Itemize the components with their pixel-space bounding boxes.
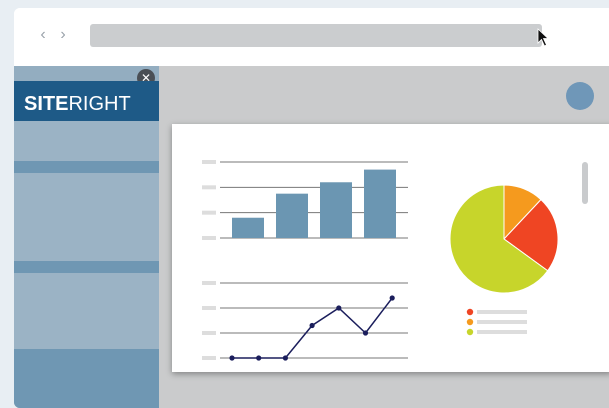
data-point <box>362 330 369 336</box>
y-tick-placeholder <box>202 236 216 240</box>
scrollbar[interactable] <box>582 162 588 204</box>
bar <box>364 169 396 238</box>
y-tick-placeholder <box>202 356 216 360</box>
logo-light: RIGHT <box>68 93 131 115</box>
data-point <box>282 355 288 361</box>
legend-swatch <box>466 318 474 326</box>
bar <box>276 193 308 238</box>
address-bar[interactable] <box>90 24 542 47</box>
sidebar-item-2[interactable] <box>14 173 159 261</box>
bar <box>320 182 352 238</box>
logo-bold: SITE <box>24 93 69 115</box>
sidebar: ✕ SITERIGHT <box>14 66 159 408</box>
legend-label-placeholder <box>477 320 527 324</box>
app-content: ✕ SITERIGHT <box>14 66 609 408</box>
mouse-pointer-icon <box>537 28 550 47</box>
data-point <box>229 355 235 361</box>
sidebar-item-3[interactable] <box>14 273 159 349</box>
browser-toolbar: ‹ › <box>14 8 609 66</box>
sidebar-divider <box>14 161 159 173</box>
y-tick-placeholder <box>202 306 216 310</box>
legend-label-placeholder <box>477 310 527 314</box>
legend-swatch <box>466 328 474 336</box>
legend-label-placeholder <box>477 330 527 334</box>
data-point <box>256 355 262 361</box>
y-tick-placeholder <box>202 185 216 190</box>
y-tick-placeholder <box>202 331 216 335</box>
avatar-icon[interactable] <box>566 82 594 110</box>
data-point <box>336 305 342 311</box>
browser-window: ‹ › ✕ SITERIGHT <box>14 8 609 408</box>
sidebar-item-1[interactable] <box>14 121 159 161</box>
y-tick-placeholder <box>202 160 216 164</box>
logo: SITERIGHT <box>24 93 131 116</box>
y-tick-placeholder <box>202 281 216 285</box>
bar <box>232 217 264 238</box>
legend-swatch <box>466 308 474 316</box>
logo-bar: SITERIGHT <box>14 81 159 121</box>
sidebar-divider <box>14 261 159 273</box>
y-tick-placeholder <box>202 210 216 215</box>
chevron-right-icon[interactable]: › <box>56 25 70 45</box>
charts-canvas <box>202 160 559 361</box>
sidebar-footer <box>14 349 159 408</box>
data-point <box>389 295 395 301</box>
chevron-left-icon[interactable]: ‹ <box>36 25 50 45</box>
data-point <box>309 322 315 329</box>
dashboard-card <box>172 124 609 372</box>
